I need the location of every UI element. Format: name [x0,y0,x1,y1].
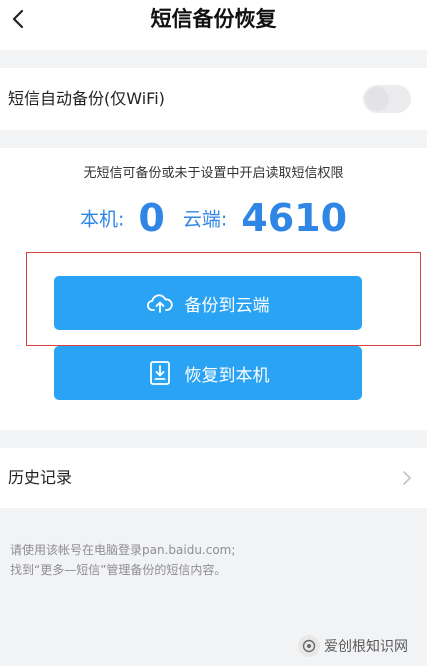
cloud-label: 云端: [182,208,228,231]
toggle-knob [365,87,389,111]
footer-note: 请使用该帐号在电脑登录pan.baidu.com; 找到“更多—短信”管理备份的… [10,540,410,580]
watermark-logo-icon [298,635,320,657]
history-row[interactable]: 历史记录 [0,448,427,508]
auto-backup-label: 短信自动备份(仅WiFi) [8,89,165,108]
watermark-text: 爱创根知识网 [324,639,408,655]
auto-backup-toggle[interactable] [363,85,411,113]
page-title: 短信备份恢复 [150,7,277,31]
cloud-count: 4610 [241,196,348,240]
count-summary: 本机: 0 云端: 4610 [0,196,427,252]
restore-button-label: 恢复到本机 [184,365,270,386]
footer-line-2: 找到“更多—短信”管理备份的短信内容。 [10,563,227,577]
local-count: 0 [138,196,165,240]
highlight-frame [26,252,421,346]
permission-notice: 无短信可备份或未于设置中开启读取短信权限 [83,166,344,181]
footer-line-1: 请使用该帐号在电脑登录pan.baidu.com; [10,543,236,557]
restore-to-device-button[interactable]: 恢复到本机 [54,346,362,400]
chevron-right-icon [401,468,413,488]
top-bar: 短信备份恢复 [0,0,427,50]
local-label: 本机: [79,208,125,231]
download-to-device-icon [147,360,173,386]
watermark: 爱创根知识网 [298,632,422,660]
history-label: 历史记录 [8,468,73,487]
